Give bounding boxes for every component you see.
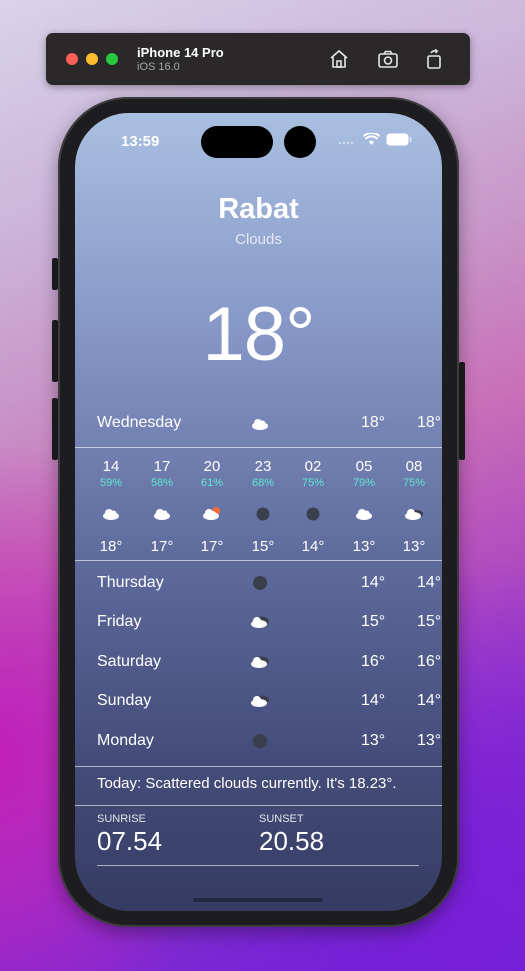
os-version: iOS 16.0 [137,61,180,73]
max-temp: 13° [417,732,442,749]
overcast-dot-icon [251,503,275,523]
humidity-label: 61% [200,477,224,489]
hour-label: 02 [304,458,322,475]
sunset-label: SUNSET [259,813,304,825]
close-window-button[interactable] [66,53,78,65]
condition-label: Clouds [235,231,282,248]
overcast-dot-icon [247,730,273,752]
device-name: iPhone 14 Pro [137,45,224,60]
dynamic-island [201,126,273,158]
sunset-time: 20.58 [259,826,325,856]
day-name: Thursday [97,574,164,591]
hour-label: 14 [102,458,120,475]
hour-label: 20 [203,458,221,475]
divider [97,865,419,866]
hour-temp: 14° [301,538,325,555]
rotate-icon[interactable] [422,47,446,71]
simulator-toolbar: iPhone 14 Pro iOS 16.0 [46,33,470,85]
min-temp: 14° [361,692,386,709]
broken-clouds-icon [402,503,426,523]
signal-icon [337,133,357,151]
hour-temp: 17° [200,538,224,555]
hour-temp: 17° [150,538,174,555]
cloud-icon [150,503,174,523]
broken-clouds-icon [247,651,273,673]
hour-temp: 13° [352,538,376,555]
cloud-sun-icon [200,503,224,523]
weather-screen: 13:59 Rabat Clouds 18° Wednesday 18° 18°… [75,113,442,911]
hour-temp: 18° [99,538,123,555]
broken-clouds-icon [247,690,273,712]
screenshot-icon[interactable] [376,47,400,71]
daily-row: Sunday 14° 14° [97,690,441,714]
humidity-label: 75% [402,477,426,489]
weather-summary: Today: Scattered clouds currently. It's … [97,775,397,792]
cloud-icon [352,503,376,523]
wifi-icon [362,132,381,151]
humidity-label: 79% [352,477,376,489]
sunrise-label: SUNRISE [97,813,146,825]
city-name: Rabat [218,193,299,225]
front-camera [284,126,316,158]
min-temp: 18° [361,414,386,431]
status-time: 13:59 [121,133,160,150]
daily-row: Monday 13° 13° [97,730,441,754]
max-temp: 18° [417,414,442,431]
day-name: Friday [97,613,142,630]
day-name: Wednesday [97,414,182,431]
daily-row: Thursday 14° 14° [97,572,441,596]
day-name: Saturday [97,653,162,670]
hour-label: 08 [405,458,423,475]
humidity-label: 59% [99,477,123,489]
max-temp: 14° [417,692,442,709]
power-button [459,362,465,460]
sunrise-time: 07.54 [97,826,163,856]
humidity-label: 75% [301,477,325,489]
minimize-window-button[interactable] [86,53,98,65]
day-name: Monday [97,732,154,749]
status-icons [337,132,412,151]
divider [75,766,442,767]
cloud-icon [99,503,123,523]
min-temp: 16° [361,653,386,670]
hour-temp: 15° [251,538,275,555]
divider [75,447,442,448]
overcast-dot-icon [247,572,273,594]
daily-row: Saturday 16° 16° [97,651,441,675]
zoom-window-button[interactable] [106,53,118,65]
divider [75,560,442,561]
cloud-icon [247,412,273,434]
max-temp: 15° [417,613,442,630]
today-row: Wednesday 18° 18° [97,412,441,436]
min-temp: 15° [361,613,386,630]
hour-label: 23 [254,458,272,475]
max-temp: 16° [417,653,442,670]
day-name: Sunday [97,692,152,709]
hour-label: 17 [153,458,171,475]
humidity-label: 68% [251,477,275,489]
divider [75,805,442,806]
max-temp: 14° [417,574,442,591]
battery-icon [386,133,412,151]
hour-label: 05 [355,458,373,475]
daily-row: Friday 15° 15° [97,611,441,635]
broken-clouds-icon [247,611,273,633]
min-temp: 14° [361,574,386,591]
overcast-dot-icon [301,503,325,523]
min-temp: 13° [361,732,386,749]
current-temperature: 18° [202,292,316,377]
hour-temp: 13° [402,538,426,555]
home-indicator[interactable] [193,898,323,902]
home-icon[interactable] [327,47,351,71]
humidity-label: 58% [150,477,174,489]
